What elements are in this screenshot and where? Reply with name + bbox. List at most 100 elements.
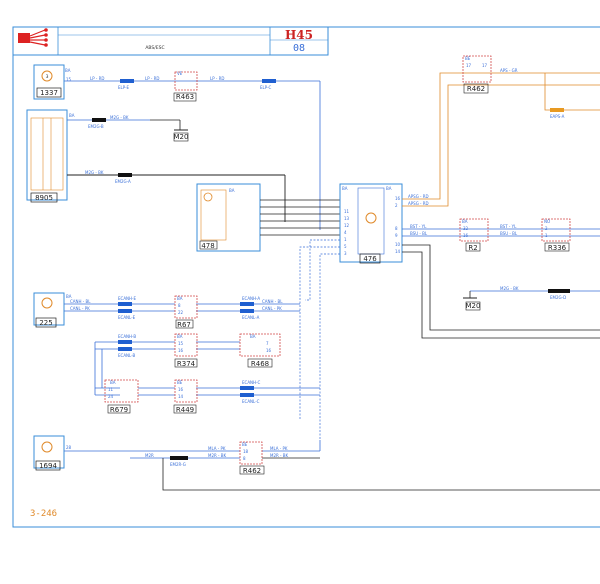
wiring-diagram-page: ABS/ESC H45 08 3 1337 BA 15 ELP-E LP - R…: [0, 0, 600, 584]
can-wires-r374-r468: ECANH-B ECANL-B: [94, 334, 240, 395]
wires-478-476: [260, 199, 340, 236]
svg-text:CANL - PK: CANL - PK: [262, 306, 282, 311]
svg-text:BA: BA: [177, 334, 183, 339]
svg-text:12: 12: [344, 223, 350, 228]
svg-text:M2R - BK: M2R - BK: [270, 453, 289, 458]
connector-id-r2: R2: [468, 244, 477, 252]
svg-text:14: 14: [395, 249, 401, 254]
page-reference: 3-246: [30, 509, 57, 519]
svg-text:CANL - PK: CANL - PK: [70, 306, 90, 311]
connector-id-r449: R449: [176, 406, 194, 414]
connector-id-r374: R374: [177, 360, 196, 368]
svg-text:16: 16: [178, 348, 184, 353]
svg-text:CANH - BL: CANH - BL: [70, 299, 91, 304]
svg-text:15: 15: [178, 341, 184, 346]
connector-id-r463: R463: [176, 93, 194, 101]
svg-text:EM2G-A: EM2G-A: [115, 179, 131, 184]
connector-r374: BA 15 16 R374: [174, 333, 198, 368]
connector-id-r468: R468: [251, 360, 269, 368]
svg-text:BSU - BL: BSU - BL: [410, 231, 428, 236]
svg-text:APSG - RD: APSG - RD: [408, 194, 429, 199]
svg-text:BST - YL: BST - YL: [500, 224, 517, 229]
svg-text:4: 4: [344, 230, 347, 235]
svg-text:M2G - BK: M2G - BK: [500, 286, 519, 291]
svg-text:8: 8: [178, 303, 181, 308]
svg-text:1: 1: [344, 237, 347, 242]
component-id-476: 476: [363, 255, 377, 263]
wire-label: LP - RD: [210, 76, 225, 81]
connector-r67: BA 8 22 R67: [174, 295, 198, 329]
ecu-symbol-icon: [365, 212, 377, 224]
svg-text:13: 13: [344, 216, 350, 221]
svg-text:M2G - BK: M2G - BK: [110, 115, 129, 120]
svg-text:BA: BA: [342, 186, 348, 191]
title-block: ABS/ESC H45 08: [12, 26, 329, 56]
connector-r468: BA 7 16 R468: [239, 333, 281, 368]
wire-8905-ground: EM2G-B M2G - BK M20: [67, 115, 188, 142]
svg-text:MLA - PK: MLA - PK: [208, 446, 226, 451]
svg-text:2: 2: [395, 203, 398, 208]
component-id-1337: 1337: [40, 89, 58, 97]
connector-id-r336: R336: [548, 244, 567, 252]
sheet-sub-code: 08: [293, 43, 305, 54]
svg-text:17: 17: [466, 63, 472, 68]
svg-text:M2R: M2R: [145, 453, 154, 458]
svg-text:M2R - BK: M2R - BK: [208, 453, 227, 458]
svg-text:16: 16: [178, 387, 184, 392]
connector-r2: BA 32 16 R2: [459, 218, 489, 252]
connector-id-r679: R679: [110, 406, 128, 414]
component-id-478: 478: [201, 242, 214, 250]
pins-476-right: 16 2 8 9 10 14: [395, 196, 401, 254]
component-225: 225 BA: [33, 292, 72, 328]
splice-em2g-b: [92, 118, 106, 122]
svg-text:18: 18: [243, 449, 249, 454]
component-476: 476 BA BA: [339, 183, 403, 264]
svg-text:8: 8: [243, 456, 246, 461]
wire-label: LP - RD: [90, 76, 105, 81]
svg-text:9: 9: [395, 233, 398, 238]
svg-text:BA: BA: [229, 188, 235, 193]
connector-r462-top: BE 17 17 R462: [462, 55, 492, 94]
ecu-symbol-icon: [41, 441, 53, 453]
svg-text:8: 8: [395, 226, 398, 231]
svg-text:2: 2: [545, 226, 548, 231]
wiring-diagram: ABS/ESC H45 08 3 1337 BA 15 ELP-E LP - R…: [12, 26, 600, 528]
svg-text:BSU - BL: BSU - BL: [500, 231, 518, 236]
connector-r449: BE 16 14 R449: [173, 379, 198, 414]
svg-text:VE: VE: [177, 71, 183, 76]
svg-text:EM2R-G: EM2R-G: [170, 462, 186, 467]
svg-text:ECANH-A: ECANH-A: [242, 296, 260, 301]
svg-text:17: 17: [482, 63, 488, 68]
component-1337: 3 1337 BA 15: [33, 64, 72, 100]
connector-logo-icon: [18, 28, 48, 47]
svg-text:14: 14: [178, 394, 184, 399]
svg-text:24: 24: [108, 394, 114, 399]
component-id-8905: 8905: [35, 194, 53, 202]
wires-bst-bsu: BST - YL BSU - BL BST - YL BSU - BL: [402, 224, 600, 339]
svg-text:1: 1: [545, 233, 548, 238]
ground-m20-b-wire: EM2G-D M2G - BK M20: [463, 286, 600, 311]
svg-text:3: 3: [46, 74, 49, 80]
title-label: ABS/ESC: [145, 45, 164, 51]
component-1694: 1694 28: [33, 435, 72, 471]
wire-label: ELP-E: [118, 85, 130, 90]
sheet-code: H45: [285, 28, 313, 42]
svg-text:NO: NO: [544, 219, 550, 224]
svg-text:BA: BA: [177, 296, 183, 301]
svg-text:BE: BE: [177, 380, 183, 385]
svg-text:7: 7: [266, 341, 269, 346]
svg-text:11: 11: [344, 209, 350, 214]
svg-text:ECANL-A: ECANL-A: [242, 315, 260, 320]
svg-text:APS - GR: APS - GR: [500, 68, 518, 73]
splice-eaps-a: [550, 108, 564, 112]
wire-label: ELP-C: [260, 85, 272, 90]
connector-r462-bottom: BE 18 8 R462: [239, 441, 265, 475]
wire-8905-476: EM2G-A M2G - BK: [67, 170, 286, 222]
splice-em2g-d: [548, 289, 570, 293]
svg-text:ECANL-B: ECANL-B: [118, 353, 136, 358]
connector-id-r67: R67: [177, 321, 191, 329]
svg-text:BA: BA: [386, 186, 392, 191]
component-478: 478 BA: [196, 183, 261, 252]
svg-text:BA: BA: [110, 380, 116, 385]
can-wires-r679-r449: ECANH-C ECANL-C: [95, 380, 320, 404]
